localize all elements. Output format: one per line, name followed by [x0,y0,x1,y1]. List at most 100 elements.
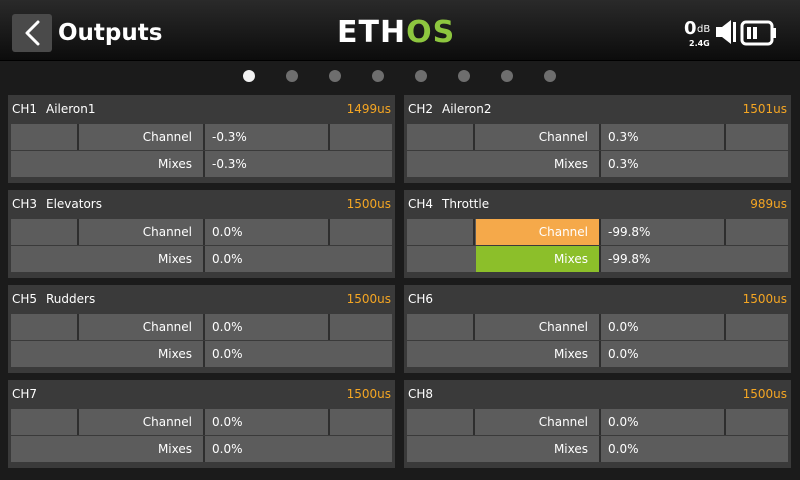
mixes-row: Mixes 0.3% [407,151,788,177]
channel-label: Channel [142,130,192,144]
logo-eth-text: ETH [337,15,407,50]
mixes-percent: -0.3% [212,157,247,171]
channel-percent: -99.8% [608,225,651,239]
mixes-row: Mixes 0.0% [407,341,788,367]
mixes-row: Mixes 0.0% [11,436,392,462]
page-dot-5[interactable] [415,70,427,82]
bar-tick [599,314,601,340]
channel-label: Channel [538,320,588,334]
channel-panel-ch5[interactable]: CH5 Rudders 1500us Channel 0.0% Mixes 0.0% [8,285,395,373]
page-dot-4[interactable] [372,70,384,82]
channel-output-us: 1500us [346,387,391,401]
speaker-icon[interactable] [715,18,737,46]
mixes-row: Mixes -0.3% [11,151,392,177]
header-bar: Outputs ETHOS 0 dB 2.4G [0,0,800,61]
mixes-label: Mixes [553,252,588,266]
bar-tick [599,436,601,462]
bar-tick [599,409,601,435]
bar-tick [599,124,601,150]
channel-row: Channel 0.0% [407,409,788,435]
channel-header: CH7 1500us [8,380,395,408]
channel-row: Channel 0.0% [11,314,392,340]
channel-row: Channel 0.0% [11,219,392,245]
mixes-percent: 0.0% [212,252,243,266]
mixes-label: Mixes [157,252,192,266]
channel-row: Channel 0.0% [11,409,392,435]
bar-tick [599,219,601,245]
mixes-percent: 0.0% [212,347,243,361]
mixes-label: Mixes [553,347,588,361]
page-dot-3[interactable] [329,70,341,82]
bar-tick [203,409,205,435]
channel-panel-ch3[interactable]: CH3 Elevators 1500us Channel 0.0% Mixes 0.0% [8,190,395,278]
mixes-label: Mixes [553,157,588,171]
channel-label: Channel [142,320,192,334]
channel-output-us: 1500us [742,387,787,401]
channel-label: Throttle [442,197,490,211]
rssi-unit: dB [697,24,711,35]
channel-label: Channel [142,415,192,429]
mixes-row: Mixes 0.0% [407,436,788,462]
channel-name: CH8 [408,387,434,401]
mixes-percent: -99.8% [608,252,651,266]
mixes-label: Mixes [157,347,192,361]
channel-panel-ch6[interactable]: CH6 1500us Channel 0.0% Mixes 0.0% [404,285,791,373]
channel-header: CH3 Elevators 1500us [8,190,395,218]
bar-tick [599,151,601,177]
mixes-percent: 0.0% [608,347,639,361]
mixes-row: Mixes 0.0% [11,341,392,367]
channel-output-us: 1499us [346,102,391,116]
channel-panel-ch4[interactable]: CH4 Throttle 989us Channel -99.8% Mixes -99.8% [404,190,791,278]
channel-row: Channel -0.3% [11,124,392,150]
channel-name: CH7 [12,387,38,401]
page-dot-2[interactable] [286,70,298,82]
bar-tick [203,436,205,462]
channel-header: CH1 Aileron1 1499us [8,95,395,123]
channel-output-us: 1500us [346,197,391,211]
channel-output-us: 1500us [346,292,391,306]
channel-header: CH2 Aileron2 1501us [404,95,791,123]
mixes-row: Mixes -99.8% [407,246,788,272]
channel-percent: -0.3% [212,130,247,144]
page-dot-8[interactable] [544,70,556,82]
channel-panel-ch1[interactable]: CH1 Aileron1 1499us Channel -0.3% Mixes -0.3% [8,95,395,183]
page-title: Outputs [58,20,163,46]
mixes-label: Mixes [553,442,588,456]
page-dot-7[interactable] [501,70,513,82]
chevron-left-icon [25,20,40,46]
channel-percent: 0.0% [608,415,639,429]
channel-label: Channel [538,415,588,429]
channel-name: CH2 [408,102,434,116]
rssi-band: 2.4G [689,39,710,48]
channel-percent: 0.3% [608,130,639,144]
bar-tick [599,341,601,367]
channel-header: CH4 Throttle 989us [404,190,791,218]
channel-panel-ch2[interactable]: CH2 Aileron2 1501us Channel 0.3% Mixes 0.3% [404,95,791,183]
page-dot-6[interactable] [458,70,470,82]
bar-tick [203,124,205,150]
bar-tick [203,341,205,367]
bar-tick [599,246,601,272]
channel-header: CH6 1500us [404,285,791,313]
channel-output-us: 1500us [742,292,787,306]
page-dot-1[interactable] [243,70,255,82]
logo-os-text: OS [406,15,456,50]
channel-label: Channel [142,225,192,239]
channel-name: CH3 [12,197,38,211]
bar-tick [203,246,205,272]
ethos-logo: ETHOS [337,16,455,50]
channel-row: Channel 0.0% [407,314,788,340]
battery-icon [740,20,776,46]
back-button[interactable] [12,14,52,52]
channel-name: CH1 [12,102,38,116]
bar-tick [203,151,205,177]
channel-panel-ch7[interactable]: CH7 1500us Channel 0.0% Mixes 0.0% [8,380,395,468]
channel-name: CH6 [408,292,434,306]
channel-header: CH8 1500us [404,380,791,408]
mixes-row: Mixes 0.0% [11,246,392,272]
channel-name: CH4 [408,197,434,211]
channel-output-us: 1501us [742,102,787,116]
channel-panel-ch8[interactable]: CH8 1500us Channel 0.0% Mixes 0.0% [404,380,791,468]
rssi-value: 0 [684,18,697,39]
mixes-label: Mixes [157,442,192,456]
